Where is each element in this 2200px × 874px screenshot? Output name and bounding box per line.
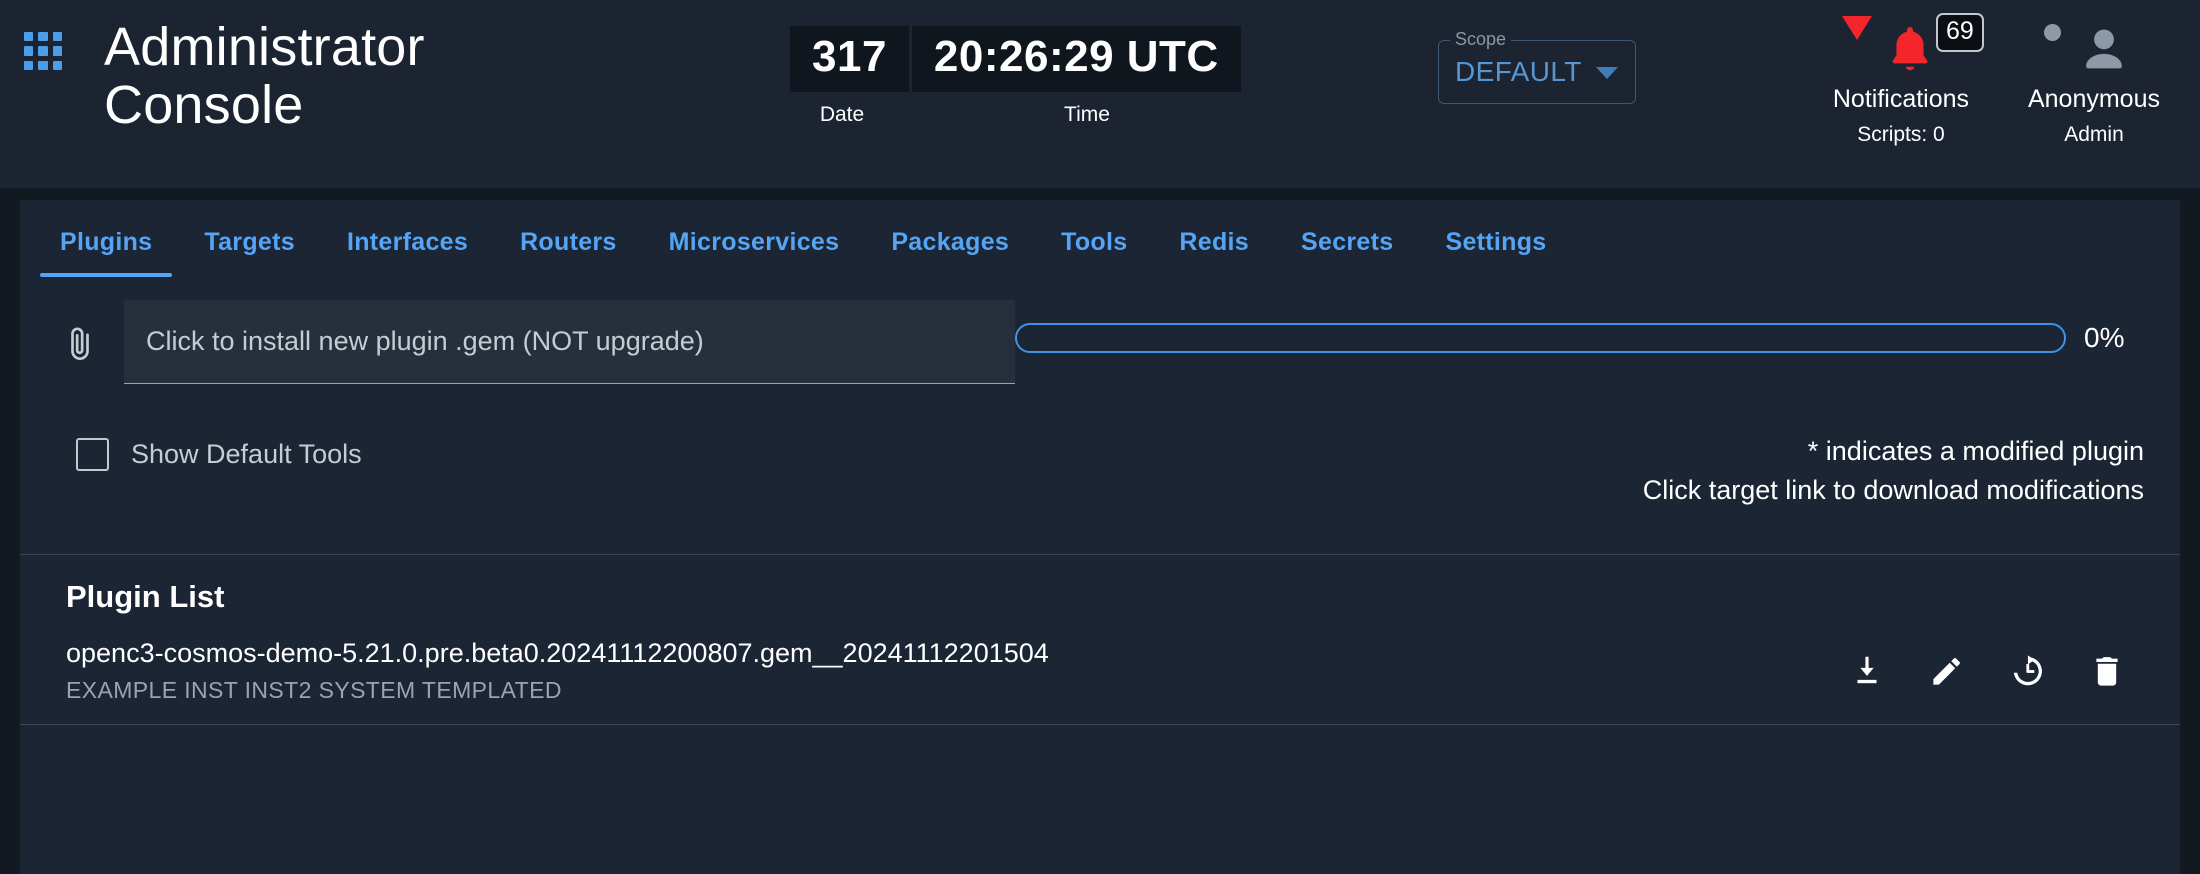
bell-icon xyxy=(1882,20,1938,80)
plugin-info: openc3-cosmos-demo-5.21.0.pre.beta0.2024… xyxy=(66,637,1848,704)
user-icons xyxy=(2034,10,2154,84)
plugin-name: openc3-cosmos-demo-5.21.0.pre.beta0.2024… xyxy=(66,638,1049,669)
plugin-file-placeholder: Click to install new plugin .gem (NOT up… xyxy=(146,326,704,356)
plugin-list-section: Plugin List openc3-cosmos-demo-5.21.0.pr… xyxy=(20,554,2180,726)
date-label: Date xyxy=(819,103,865,126)
show-default-tools-label: Show Default Tools xyxy=(131,439,362,469)
delete-icon[interactable] xyxy=(2088,652,2126,690)
notification-badge: 69 xyxy=(1935,13,1984,52)
tab-plugins[interactable]: Plugins xyxy=(34,228,178,277)
download-modifications-hint: Click target link to download modificati… xyxy=(1642,475,2144,506)
chevron-down-icon xyxy=(1596,67,1618,79)
caret-down-icon xyxy=(1841,16,1872,40)
page-title: Administrator Console xyxy=(104,17,425,136)
plugin-list-title: Plugin List xyxy=(66,579,225,615)
history-icon[interactable] xyxy=(2008,652,2046,690)
date-value: 317 xyxy=(790,26,909,92)
edit-icon[interactable] xyxy=(1928,652,1966,690)
tab-packages[interactable]: Packages xyxy=(865,228,1035,277)
scope-select[interactable]: Scope DEFAULT xyxy=(1438,29,1636,104)
install-progress-group: 0% xyxy=(1015,300,2180,354)
header-actions: 69 Notifications Scripts: 0 Anonymous Ad… xyxy=(1636,0,2200,147)
time-value: 20:26:29 UTC xyxy=(911,26,1241,92)
tab-settings[interactable]: Settings xyxy=(1419,228,1572,277)
plugin-file-input[interactable]: Click to install new plugin .gem (NOT up… xyxy=(124,300,1015,384)
plugin-row-actions xyxy=(1848,652,2134,690)
tab-tools[interactable]: Tools xyxy=(1035,228,1153,277)
tab-interfaces[interactable]: Interfaces xyxy=(321,228,494,277)
modified-plugin-hint: * indicates a modified plugin xyxy=(1807,436,2144,466)
apps-grid-icon[interactable] xyxy=(24,32,62,70)
tab-microservices[interactable]: Microservices xyxy=(643,228,866,277)
tab-targets[interactable]: Targets xyxy=(178,228,321,277)
show-default-tools-checkbox[interactable]: Show Default Tools xyxy=(76,432,362,471)
plugins-panel: Plugins Targets Interfaces Routers Micro… xyxy=(20,200,2180,874)
status-dot-icon xyxy=(2043,24,2061,41)
plugin-hints: * indicates a modified plugin Click targ… xyxy=(1643,432,2144,510)
time-label: Time xyxy=(1064,103,1110,126)
plugin-install-row: Click to install new plugin .gem (NOT up… xyxy=(20,278,2180,384)
user-role-label: Admin xyxy=(2064,122,2124,146)
install-progress-label: 0% xyxy=(2084,322,2125,353)
user-menu-button[interactable]: Anonymous Admin xyxy=(2028,10,2160,147)
scope-label: Scope xyxy=(1450,29,1512,50)
install-progress-bar xyxy=(1015,323,2066,353)
checkbox-box-icon xyxy=(76,438,109,471)
clock-display: 317 20:26:29 UTC Date Time xyxy=(790,0,1350,127)
person-icon xyxy=(2074,22,2134,80)
app-header: Administrator Console 317 20:26:29 UTC D… xyxy=(0,0,2200,188)
notifications-icons: 69 xyxy=(1826,10,1984,84)
user-name-label: Anonymous xyxy=(2027,85,2160,113)
tab-redis[interactable]: Redis xyxy=(1153,228,1275,277)
table-row: openc3-cosmos-demo-5.21.0.pre.beta0.2024… xyxy=(20,615,2180,726)
notifications-button[interactable]: 69 Notifications Scripts: 0 xyxy=(1826,10,1984,147)
file-upload-group: Click to install new plugin .gem (NOT up… xyxy=(20,300,1015,384)
plugin-targets[interactable]: EXAMPLE INST INST2 SYSTEM TEMPLATED xyxy=(66,677,1848,704)
header-brand: Administrator Console xyxy=(0,0,790,135)
scope-value: DEFAULT xyxy=(1455,56,1582,87)
tab-bar: Plugins Targets Interfaces Routers Micro… xyxy=(20,200,2180,278)
paperclip-icon xyxy=(60,321,102,367)
plugin-options-row: Show Default Tools * indicates a modifie… xyxy=(20,384,2180,510)
scripts-count-label: Scripts: 0 xyxy=(1857,122,1945,146)
download-icon[interactable] xyxy=(1848,652,1886,690)
content-area: Plugins Targets Interfaces Routers Micro… xyxy=(0,188,2200,874)
tab-secrets[interactable]: Secrets xyxy=(1275,228,1419,277)
notifications-label: Notifications xyxy=(1832,85,1970,113)
tab-routers[interactable]: Routers xyxy=(494,228,643,277)
